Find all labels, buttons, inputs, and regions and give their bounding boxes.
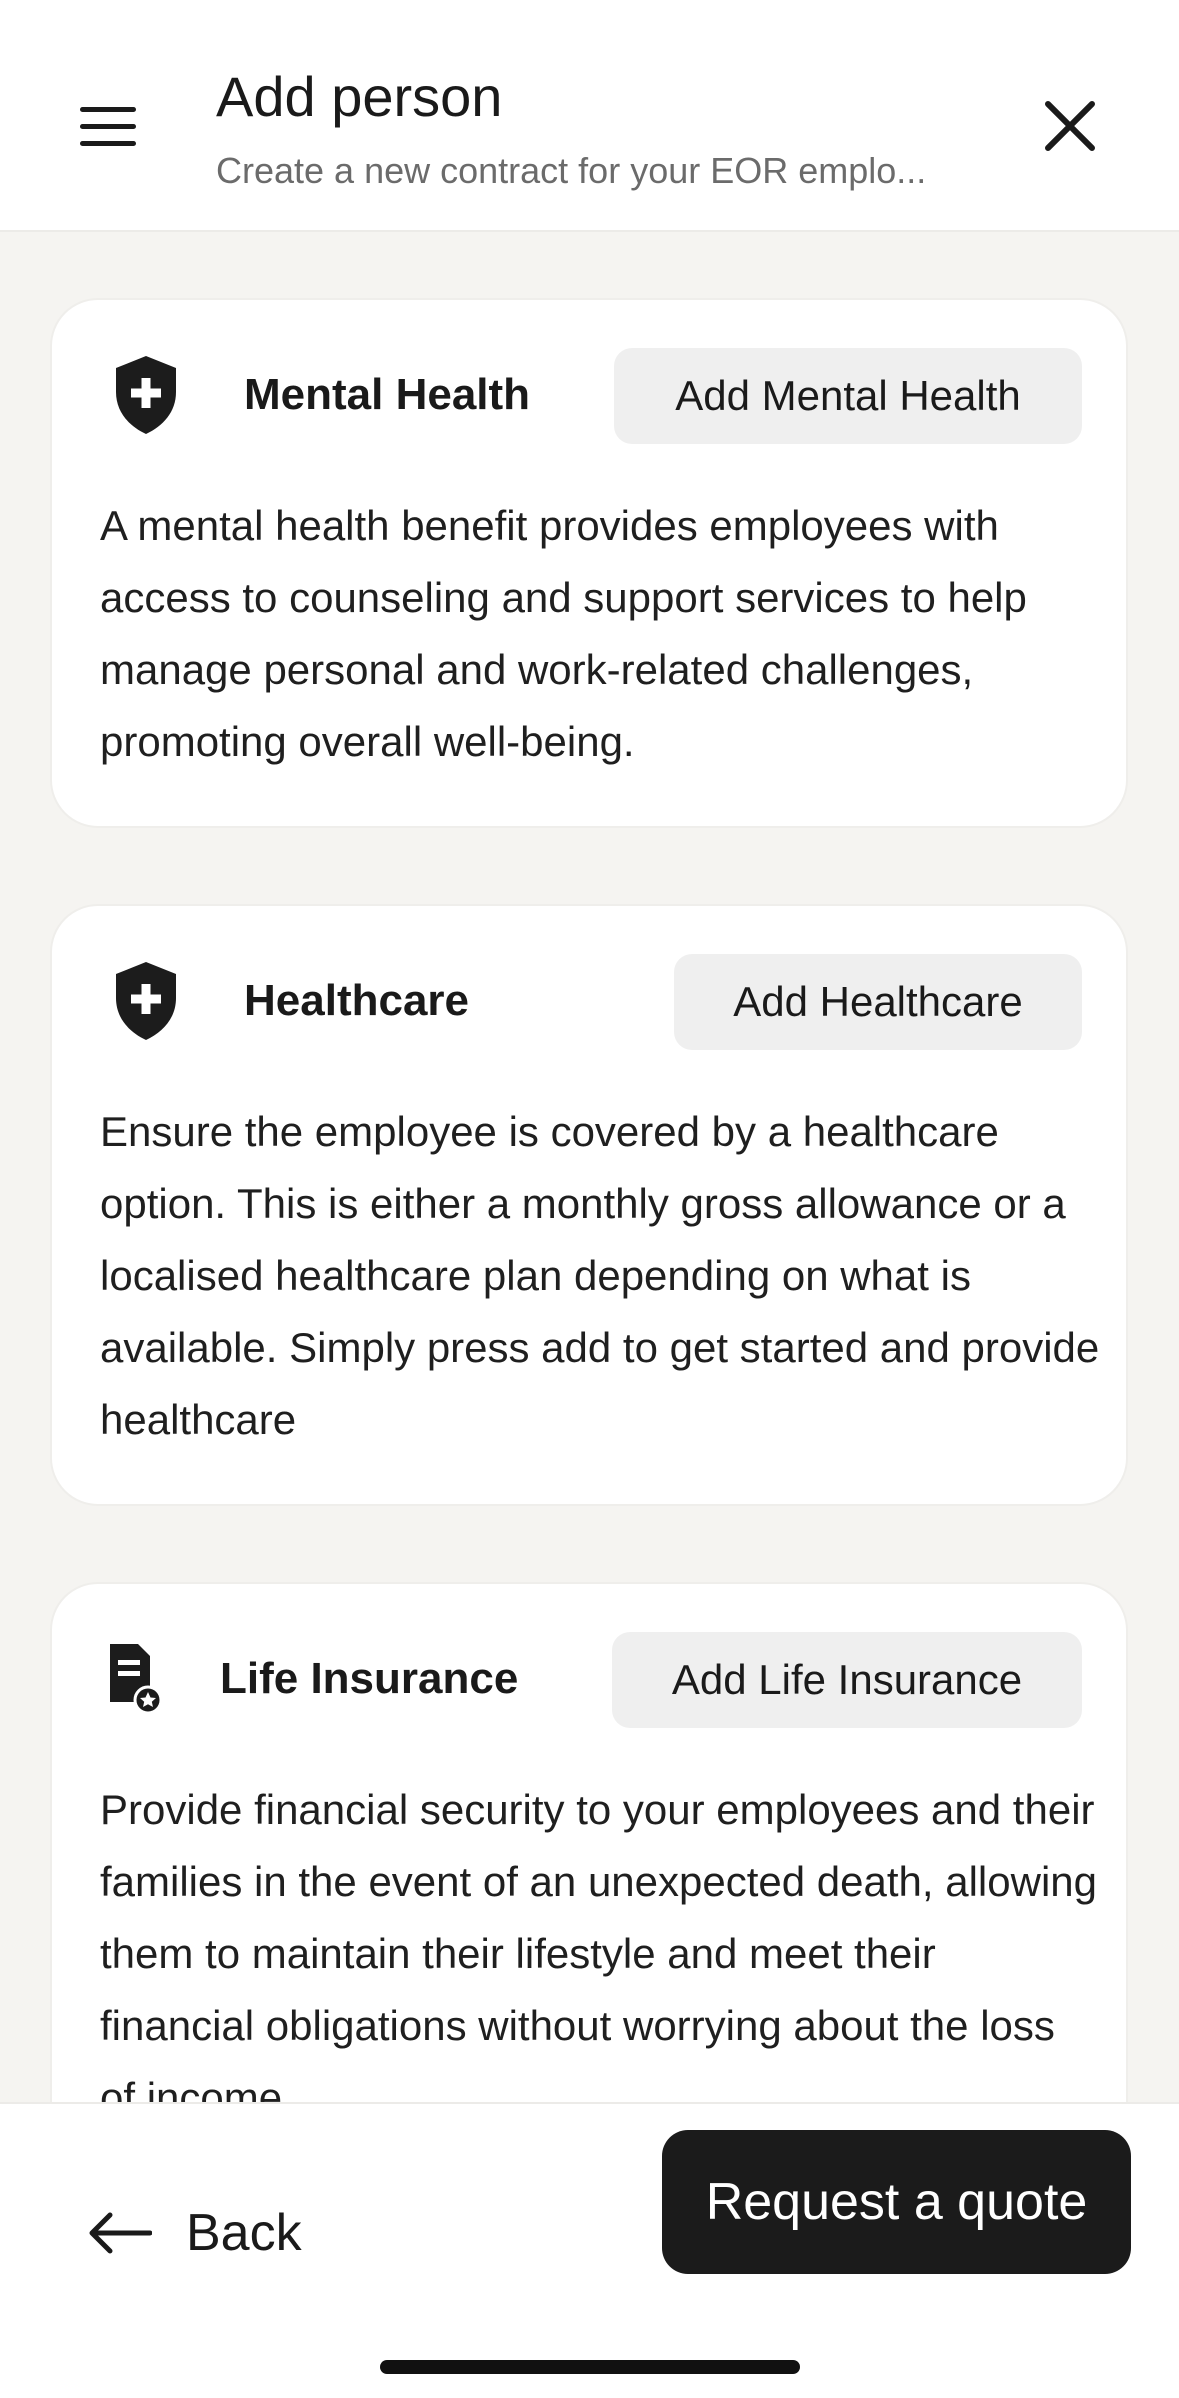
benefit-description: A mental health benefit provides employe… bbox=[100, 502, 1027, 765]
shield-plus-icon bbox=[116, 356, 176, 434]
add-healthcare-button[interactable]: Add Healthcare bbox=[674, 954, 1082, 1050]
benefit-card-mental-health: Mental Health Add Mental Health A mental… bbox=[50, 298, 1128, 828]
home-indicator bbox=[380, 2360, 800, 2374]
benefit-title: Healthcare bbox=[244, 976, 470, 1025]
add-life-insurance-button[interactable]: Add Life Insurance bbox=[612, 1632, 1082, 1728]
add-mental-health-button[interactable]: Add Mental Health bbox=[614, 348, 1082, 444]
page-subtitle: Create a new contract for your EOR emplo… bbox=[216, 150, 927, 191]
back-label: Back bbox=[186, 2204, 302, 2262]
document-badge-icon bbox=[110, 1644, 162, 1714]
close-icon bbox=[1045, 101, 1095, 151]
app-header: Add person Create a new contract for you… bbox=[0, 0, 1179, 232]
benefit-card-healthcare: Healthcare Add Healthcare Ensure the emp… bbox=[50, 904, 1128, 1506]
page-title: Add person bbox=[216, 65, 503, 128]
benefit-title: Mental Health bbox=[244, 370, 531, 419]
arrow-left-icon bbox=[89, 2212, 152, 2254]
back-button[interactable]: Back bbox=[88, 2196, 302, 2270]
footer-bar: Back Request a quote bbox=[0, 2102, 1179, 2398]
menu-button[interactable] bbox=[80, 105, 136, 149]
benefits-list[interactable]: Mental Health Add Mental Health A mental… bbox=[0, 232, 1179, 2102]
benefit-description: Provide financial security to your emplo… bbox=[100, 1786, 1097, 2102]
benefit-card-life-insurance: Life Insurance Add Life Insurance Provid… bbox=[50, 1582, 1128, 2102]
close-button[interactable] bbox=[1040, 96, 1100, 156]
shield-plus-icon bbox=[116, 962, 176, 1040]
benefit-description: Ensure the employee is covered by a heal… bbox=[100, 1108, 1100, 1443]
benefit-title: Life Insurance bbox=[220, 1654, 519, 1703]
request-quote-button[interactable]: Request a quote bbox=[662, 2130, 1131, 2274]
